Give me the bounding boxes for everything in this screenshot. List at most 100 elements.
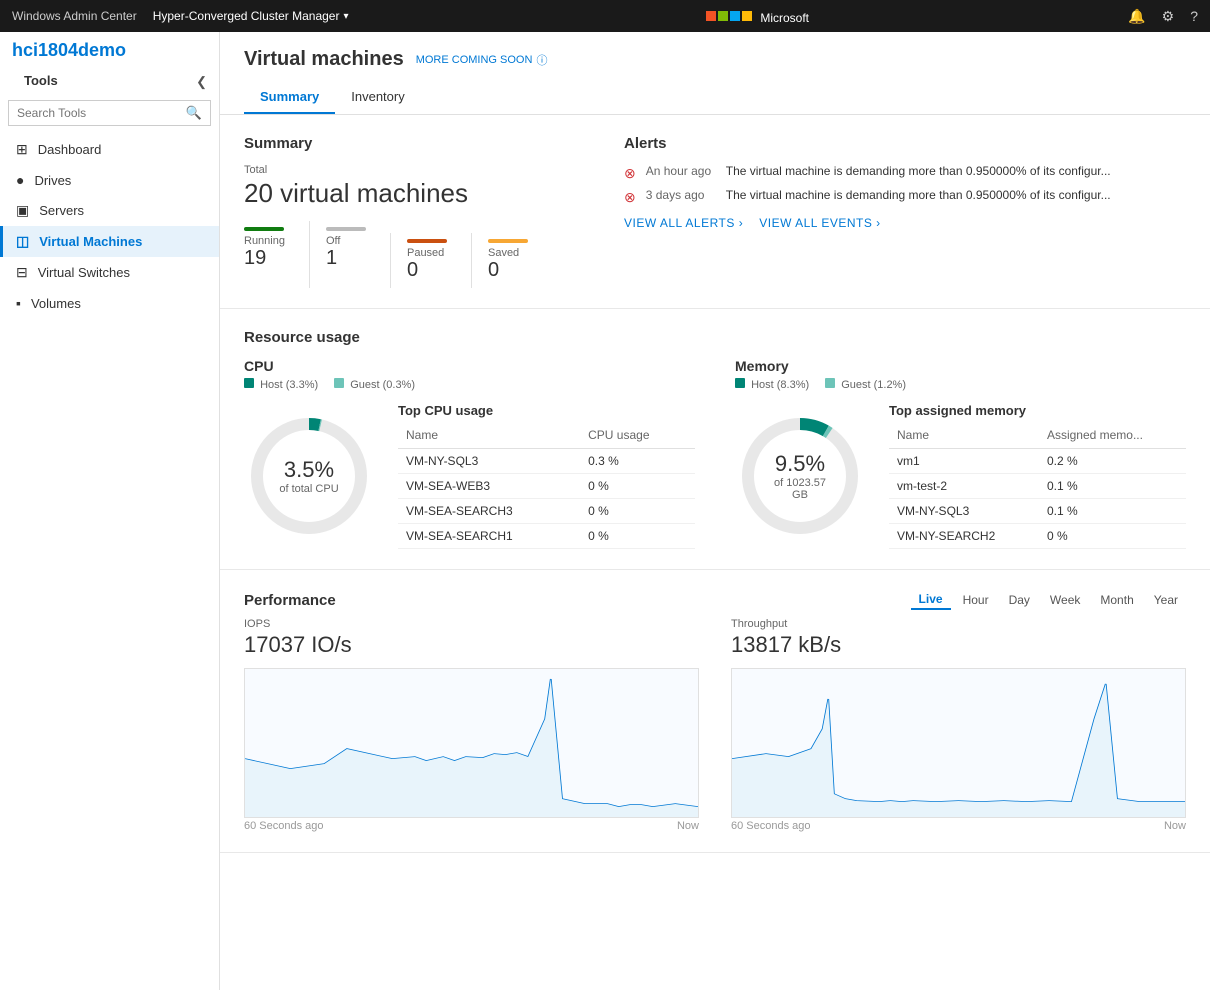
- time-range-controls: Live Hour Day Week Month Year: [911, 590, 1186, 610]
- total-count: 20 virtual machines: [244, 178, 584, 209]
- cluster-name: hci1804demo: [0, 32, 219, 65]
- cpu-row-4-name: VM-SEA-SEARCH1: [398, 524, 580, 549]
- cpu-legend-guest: Guest (0.3%): [334, 378, 415, 391]
- notification-icon[interactable]: 🔔: [1128, 8, 1145, 25]
- servers-icon: ▣: [16, 202, 29, 219]
- throughput-time-end: Now: [1164, 820, 1186, 832]
- cpu-legend-guest-label: Guest (0.3%): [350, 379, 415, 391]
- mem-row-4: VM-NY-SEARCH2 0 %: [889, 524, 1186, 549]
- memory-usage-table: Name Assigned memo... vm1 0.2 %: [889, 424, 1186, 549]
- ms-logo-yellow: [742, 11, 752, 21]
- view-all-events-link[interactable]: VIEW ALL EVENTS ›: [759, 216, 880, 230]
- sidebar-collapse-icon[interactable]: ❮: [196, 74, 207, 90]
- summary-section: Summary Total 20 virtual machines Runnin…: [220, 115, 1210, 309]
- topbar-center: Microsoft: [365, 11, 1113, 21]
- sidebar-item-drives[interactable]: ● Drives: [0, 165, 219, 195]
- sidebar-item-virtual-switches[interactable]: ⊟ Virtual Switches: [0, 257, 219, 288]
- main-layout: hci1804demo Tools ❮ 🔍 ⊞ Dashboard ● Driv…: [0, 32, 1210, 990]
- virtual-switches-icon: ⊟: [16, 264, 28, 281]
- cpu-row-3: VM-SEA-SEARCH3 0 %: [398, 499, 695, 524]
- search-input[interactable]: [17, 106, 186, 120]
- tools-label: Tools: [12, 69, 70, 94]
- mem-row-3-value: 0.1 %: [1039, 499, 1186, 524]
- cpu-row-1-value: 0.3 %: [580, 449, 695, 474]
- sidebar-item-dashboard[interactable]: ⊞ Dashboard: [0, 134, 219, 165]
- memory-legend: Host (8.3%) Guest (1.2%): [735, 378, 1186, 391]
- memory-donut-center: 9.5% of 1023.57 GB: [768, 451, 833, 501]
- sidebar-item-label-drives: Drives: [34, 173, 71, 188]
- iops-svg: [245, 669, 698, 818]
- cpu-block: CPU Host (3.3%) Guest (0.3%): [244, 358, 695, 549]
- virtual-machines-icon: ◫: [16, 233, 29, 250]
- help-icon[interactable]: ?: [1190, 8, 1198, 25]
- sidebar-item-label-servers: Servers: [39, 203, 84, 218]
- sidebar-nav: ⊞ Dashboard ● Drives ▣ Servers ◫ Virtual…: [0, 134, 219, 990]
- throughput-value: 13817 kB/s: [731, 632, 1186, 658]
- resource-usage-title: Resource usage: [244, 329, 1186, 346]
- sidebar-item-label-dashboard: Dashboard: [38, 142, 102, 157]
- cpu-sub-label: of total CPU: [279, 483, 338, 495]
- stat-off: Off 1: [309, 221, 390, 288]
- time-btn-month[interactable]: Month: [1092, 591, 1141, 609]
- alert-icon-2: ⊗: [624, 189, 636, 206]
- more-coming-soon[interactable]: MORE COMING SOON ⓘ: [416, 52, 548, 68]
- memory-legend-host-label: Host (8.3%): [751, 379, 809, 391]
- perf-title: Performance: [244, 592, 336, 609]
- tab-summary[interactable]: Summary: [244, 81, 335, 114]
- sidebar-item-label-volumes: Volumes: [31, 296, 81, 311]
- sidebar-search-box[interactable]: 🔍: [8, 100, 211, 126]
- sidebar: hci1804demo Tools ❮ 🔍 ⊞ Dashboard ● Driv…: [0, 32, 220, 990]
- iops-time-labels: 60 Seconds ago Now: [244, 820, 699, 832]
- memory-percentage: 9.5%: [768, 451, 833, 477]
- cpu-top-usage: Top CPU usage Name CPU usage: [398, 403, 695, 549]
- view-all-alerts-label: VIEW ALL ALERTS: [624, 216, 735, 230]
- mem-row-4-name: VM-NY-SEARCH2: [889, 524, 1039, 549]
- cpu-row-3-value: 0 %: [580, 499, 695, 524]
- volumes-icon: ▪: [16, 295, 21, 311]
- more-coming-icon: ⓘ: [536, 52, 547, 68]
- sidebar-item-volumes[interactable]: ▪ Volumes: [0, 288, 219, 318]
- time-btn-day[interactable]: Day: [1001, 591, 1038, 609]
- memory-table-title: Top assigned memory: [889, 403, 1186, 418]
- alert-msg-1: The virtual machine is demanding more th…: [726, 164, 1111, 178]
- paused-label: Paused: [407, 247, 447, 259]
- iops-time-start: 60 Seconds ago: [244, 820, 324, 832]
- more-coming-label: MORE COMING SOON: [416, 54, 533, 66]
- time-btn-live[interactable]: Live: [911, 590, 951, 610]
- running-bar: [244, 227, 284, 231]
- topbar-app-arrow: ▾: [343, 11, 348, 22]
- resource-usage-section: Resource usage CPU Host (3.3%) Guest (0.…: [220, 309, 1210, 570]
- alerts-subtitle: Alerts: [624, 135, 1186, 152]
- cpu-donut: 3.5% of total CPU: [244, 411, 374, 541]
- cpu-legend: Host (3.3%) Guest (0.3%): [244, 378, 695, 391]
- tab-inventory[interactable]: Inventory: [335, 81, 420, 114]
- summary-subtitle: Summary: [244, 135, 584, 152]
- topbar: Windows Admin Center Hyper-Converged Clu…: [0, 0, 1210, 32]
- sidebar-item-servers[interactable]: ▣ Servers: [0, 195, 219, 226]
- drives-icon: ●: [16, 172, 24, 188]
- topbar-icons: 🔔 ⚙ ?: [1128, 8, 1198, 25]
- perf-header: Performance Live Hour Day Week Month Yea…: [244, 590, 1186, 610]
- time-btn-week[interactable]: Week: [1042, 591, 1088, 609]
- memory-block: Memory Host (8.3%) Guest (1.2%): [735, 358, 1186, 549]
- ms-logo: Microsoft: [706, 11, 770, 21]
- settings-icon[interactable]: ⚙: [1162, 8, 1175, 25]
- alert-row-2: ⊗ 3 days ago The virtual machine is dema…: [624, 188, 1186, 206]
- sidebar-item-label-virtual-switches: Virtual Switches: [38, 265, 130, 280]
- time-btn-hour[interactable]: Hour: [955, 591, 997, 609]
- ms-logo-blue: [730, 11, 740, 21]
- topbar-app[interactable]: Hyper-Converged Cluster Manager ▾: [153, 9, 349, 23]
- throughput-chart-area: [731, 668, 1186, 818]
- sidebar-item-virtual-machines[interactable]: ◫ Virtual Machines: [0, 226, 219, 257]
- stat-running: Running 19: [244, 221, 309, 288]
- ms-logo-red: [706, 11, 716, 21]
- memory-legend-host-dot: [735, 378, 745, 388]
- perf-charts: IOPS 17037 IO/s 60 Seconds ago Now: [244, 618, 1186, 832]
- time-btn-year[interactable]: Year: [1146, 591, 1186, 609]
- view-all-alerts-link[interactable]: VIEW ALL ALERTS ›: [624, 216, 743, 230]
- mem-row-1-name: vm1: [889, 449, 1039, 474]
- view-links: VIEW ALL ALERTS › VIEW ALL EVENTS ›: [624, 216, 1186, 230]
- throughput-chart: Throughput 13817 kB/s 60 Seconds ago Now: [731, 618, 1186, 832]
- mem-row-1-value: 0.2 %: [1039, 449, 1186, 474]
- page-title-row: Virtual machines MORE COMING SOON ⓘ: [244, 48, 1186, 71]
